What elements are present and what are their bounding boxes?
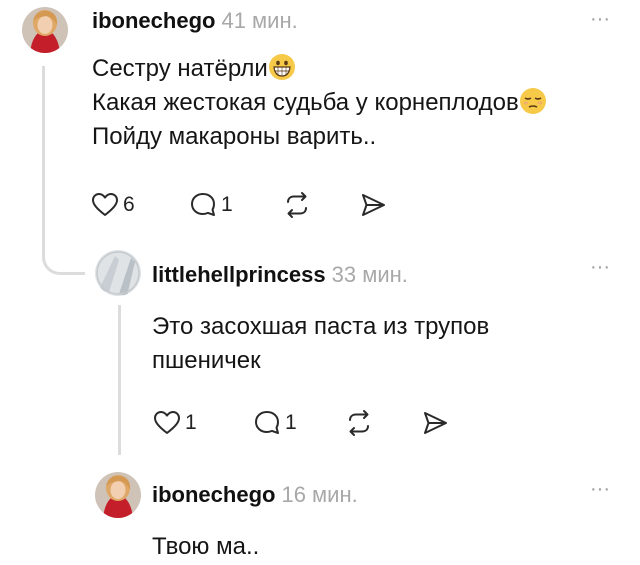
avatar[interactable] [95,250,141,296]
reply-button[interactable]: 1 [188,190,233,220]
thread-line-curve [42,252,85,275]
send-button[interactable] [420,408,450,438]
thread-line-reply [118,305,121,455]
pensive-emoji-icon [519,88,546,114]
heart-icon [154,411,180,434]
avatar-photo-icon [22,7,68,53]
timestamp: 33 мин. [331,262,408,287]
send-icon [424,412,447,434]
like-button[interactable]: 1 [152,408,197,438]
comment-line: Твою ма.. [152,533,260,560]
timestamp: 41 мин. [221,8,298,33]
comment-text: Твою ма.. [152,530,259,564]
comment-icon [255,411,279,434]
repost-button[interactable] [282,190,312,220]
comment-actions: 6 1 [90,190,410,220]
send-icon [362,194,385,216]
comment-line: Это засохшая паста из трупов [152,313,490,340]
comment-line: Пойду макароны варить.. [92,123,377,150]
avatar[interactable] [22,7,68,53]
avatar-photo-icon [95,250,141,296]
comment-line: Какая жестокая судьба у корнеплодов [92,86,546,120]
grinning-emoji-icon [268,54,295,80]
reply-count: 1 [221,193,233,216]
comment-line: Сестру натёрли [92,52,546,86]
username[interactable]: ibonechego [92,8,215,33]
comment-line: пшеничек [152,347,261,374]
like-count: 6 [123,193,135,216]
comment-text: Это засохшая паста из трупов пшеничек [152,310,489,378]
heart-icon [92,193,118,216]
comment-actions: 1 1 [152,408,472,438]
comment-text: Сестру натёрли Какая жестокая судьба у к… [92,52,546,154]
username[interactable]: ibonechego [152,482,275,507]
like-button[interactable]: 6 [90,190,135,220]
avatar-photo-icon [95,472,141,518]
thread-line-main [42,66,45,258]
avatar[interactable] [95,472,141,518]
comment-header: ibonechego 16 мин. [152,482,358,508]
repost-icon [287,192,307,218]
comment-header: littlehellprincess 33 мин. [152,262,408,288]
like-count: 1 [185,411,197,434]
repost-button[interactable] [344,408,374,438]
repost-icon [349,410,369,436]
reply-button[interactable]: 1 [252,408,297,438]
username[interactable]: littlehellprincess [152,262,326,287]
timestamp: 16 мин. [281,482,358,507]
more-options-icon[interactable]: ··· [590,257,610,277]
send-button[interactable] [358,190,388,220]
reply-count: 1 [285,411,297,434]
more-options-icon[interactable]: ··· [590,479,610,499]
more-options-icon[interactable]: ··· [590,9,610,29]
comment-header: ibonechego 41 мин. [92,8,298,34]
comment-icon [191,193,215,216]
